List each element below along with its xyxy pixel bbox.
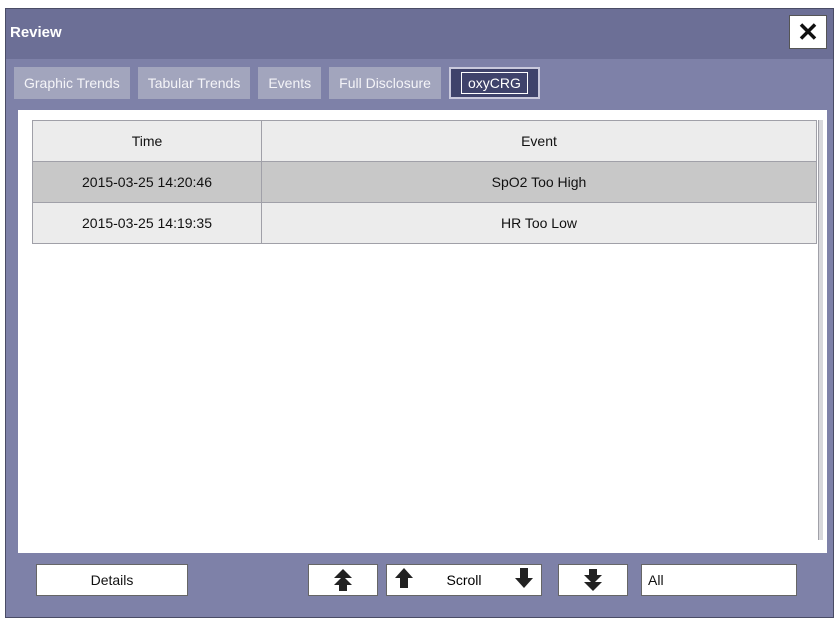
arrow-down-icon — [514, 567, 534, 594]
table-header-row: Time Event — [32, 120, 817, 162]
table-row[interactable]: 2015-03-25 14:20:46 SpO2 Too High — [32, 161, 817, 203]
tab-events[interactable]: Events — [258, 67, 322, 99]
tab-tabular-trends[interactable]: Tabular Trends — [137, 67, 251, 99]
scroll-down-button[interactable] — [507, 565, 541, 595]
vertical-scrollbar[interactable] — [818, 120, 823, 540]
event-list-panel: Time Event 2015-03-25 14:20:46 SpO2 Too … — [18, 110, 827, 553]
bottom-toolbar: Details Scroll All — [6, 557, 833, 607]
scroll-control: Scroll — [386, 564, 542, 596]
tab-label: Full Disclosure — [339, 75, 431, 91]
scroll-up-button[interactable] — [387, 565, 421, 595]
tab-label: Tabular Trends — [147, 75, 241, 91]
double-arrow-down-icon — [582, 568, 604, 592]
page-up-button[interactable] — [308, 564, 378, 596]
tab-full-disclosure[interactable]: Full Disclosure — [329, 67, 441, 99]
filter-value: All — [648, 572, 664, 588]
cell-event: SpO2 Too High — [261, 161, 817, 203]
window-title: Review — [10, 24, 62, 41]
review-window: Review ✕ Graphic Trends Tabular Trends E… — [5, 8, 834, 618]
column-header-time[interactable]: Time — [32, 120, 262, 162]
tab-label: oxyCRG — [460, 72, 528, 94]
title-bar: Review ✕ — [6, 9, 833, 59]
column-header-event[interactable]: Event — [261, 120, 817, 162]
table-row[interactable]: 2015-03-25 14:19:35 HR Too Low — [32, 202, 817, 244]
tab-oxycrg[interactable]: oxyCRG — [448, 67, 540, 99]
double-arrow-up-icon — [332, 568, 354, 592]
details-button[interactable]: Details — [36, 564, 188, 596]
tab-label: Graphic Trends — [24, 75, 120, 91]
tab-label: Events — [268, 75, 312, 91]
scroll-label: Scroll — [446, 572, 482, 588]
event-filter-select[interactable]: All — [641, 564, 797, 596]
cell-time: 2015-03-25 14:20:46 — [32, 161, 262, 203]
details-label: Details — [90, 572, 134, 588]
tab-graphic-trends[interactable]: Graphic Trends — [14, 67, 130, 99]
page-down-button[interactable] — [558, 564, 628, 596]
arrow-up-icon — [394, 567, 414, 594]
close-button[interactable]: ✕ — [789, 15, 827, 49]
event-table: Time Event 2015-03-25 14:20:46 SpO2 Too … — [32, 120, 817, 244]
close-icon: ✕ — [797, 16, 819, 47]
cell-time: 2015-03-25 14:19:35 — [32, 202, 262, 244]
tab-bar: Graphic Trends Tabular Trends Events Ful… — [14, 67, 540, 101]
cell-event: HR Too Low — [261, 202, 817, 244]
